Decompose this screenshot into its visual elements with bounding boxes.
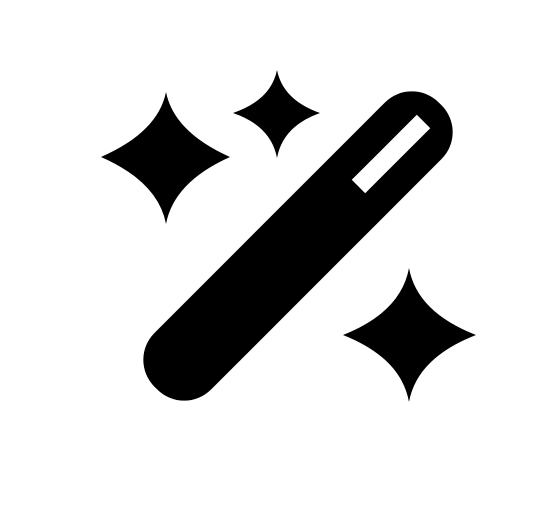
icon-canvas xyxy=(0,0,538,510)
sparkle-small-top-icon xyxy=(233,70,320,158)
sparkle-large-left-icon xyxy=(101,92,230,224)
magic-wand-icon xyxy=(101,70,476,402)
sparkle-large-right-icon xyxy=(343,268,476,402)
